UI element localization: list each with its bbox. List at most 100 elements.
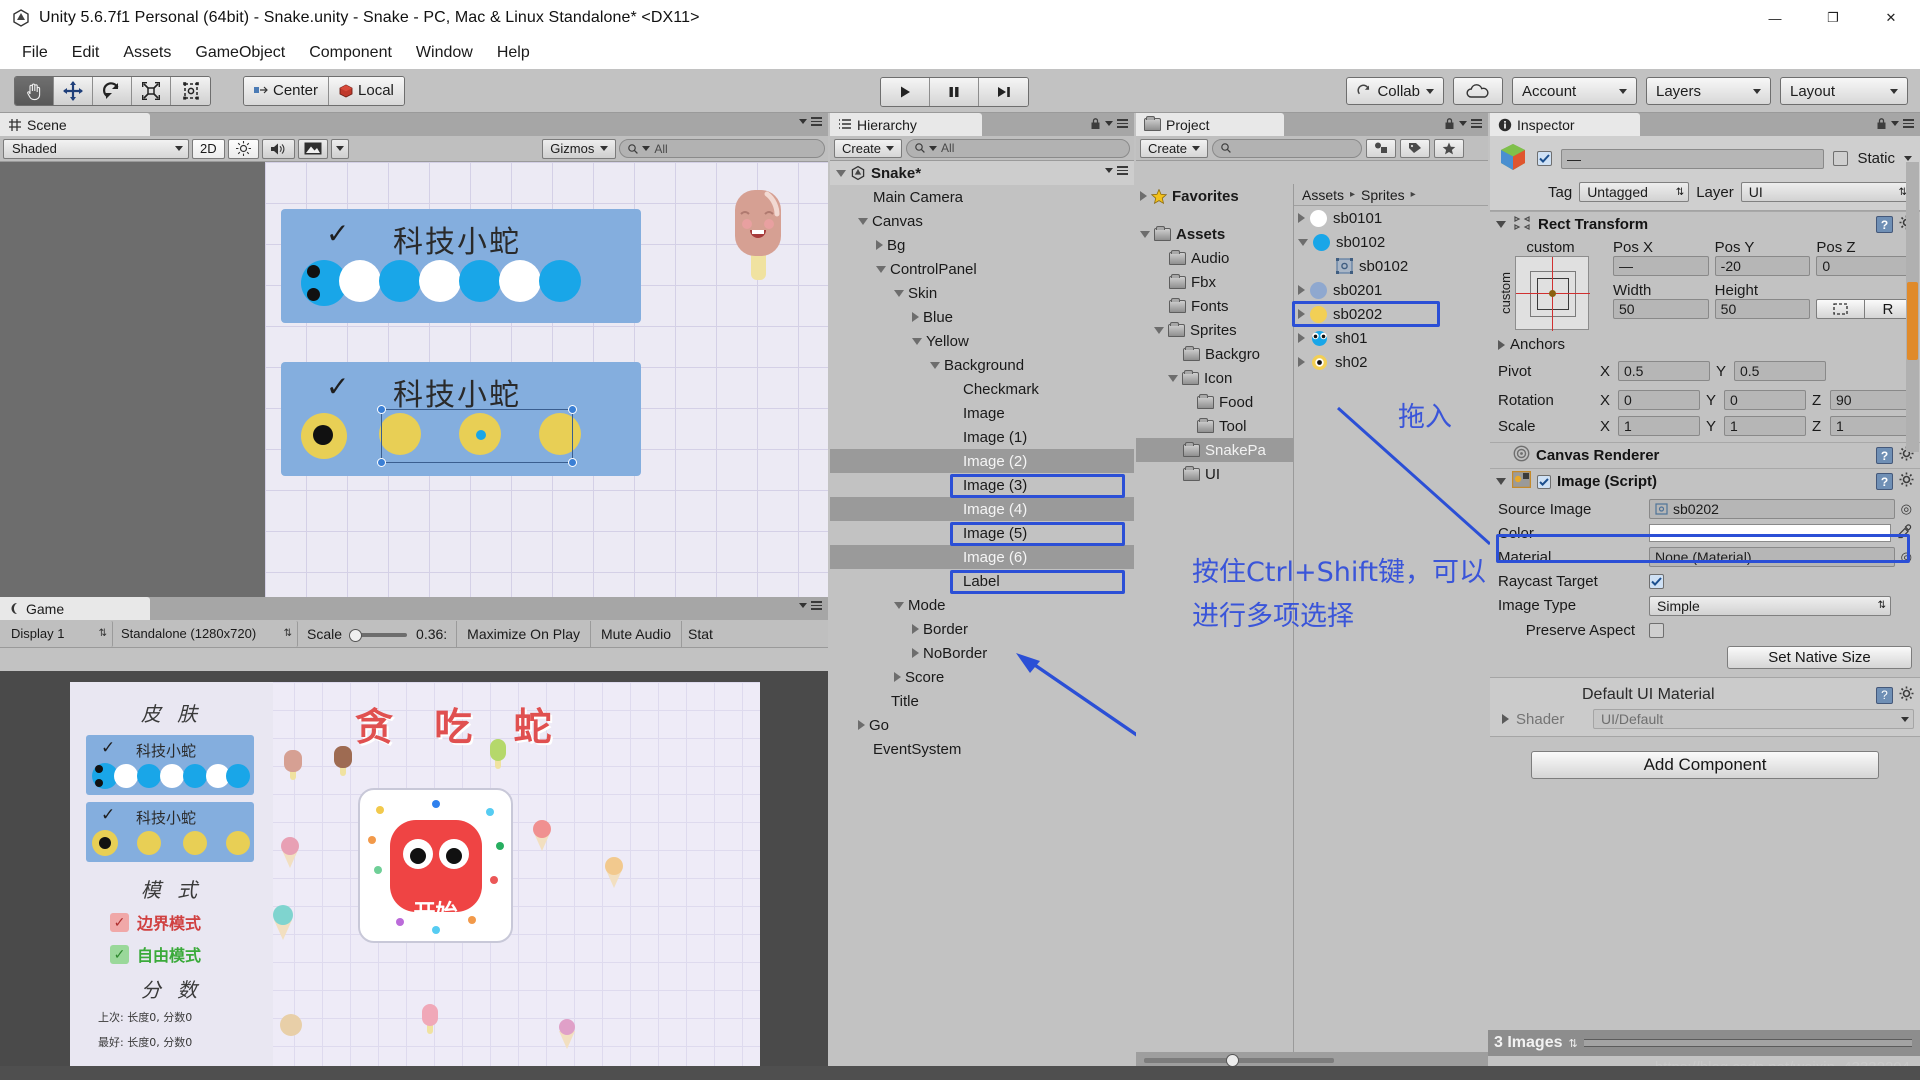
project-asset-item[interactable]: sb0102: [1294, 254, 1488, 278]
gear-icon[interactable]: [1899, 686, 1914, 704]
chevron-right-icon[interactable]: [1298, 309, 1305, 319]
layers-button[interactable]: Layers: [1646, 77, 1771, 105]
scene-viewport[interactable]: ✓ 科技小蛇 ✓ 科技小蛇: [0, 162, 828, 597]
game-skin-card-2[interactable]: ✓ 科技小蛇: [86, 802, 254, 862]
rot-y-field[interactable]: 0: [1724, 390, 1806, 410]
hierarchy-item[interactable]: EventSystem: [830, 737, 1134, 761]
layer-dropdown[interactable]: UI ⇅: [1740, 182, 1912, 202]
panel-menu-icon[interactable]: [1117, 119, 1128, 128]
scale-tool-button[interactable]: [132, 76, 171, 105]
shading-mode-dropdown[interactable]: Shaded: [3, 138, 189, 159]
chevron-right-icon[interactable]: [912, 312, 919, 322]
scale-slider[interactable]: [349, 628, 409, 642]
hierarchy-item[interactable]: Go: [830, 713, 1134, 737]
project-create-button[interactable]: Create: [1140, 138, 1209, 158]
tab-game[interactable]: Game: [0, 597, 150, 620]
chevron-right-icon[interactable]: [912, 648, 919, 658]
chevron-down-icon[interactable]: [836, 169, 846, 177]
rotate-tool-button[interactable]: [93, 76, 132, 105]
scene-search-input[interactable]: All: [619, 139, 825, 158]
hierarchy-create-button[interactable]: Create: [834, 138, 903, 158]
hierarchy-item[interactable]: Image (4): [830, 497, 1134, 521]
chevron-right-icon[interactable]: [858, 720, 865, 730]
hierarchy-item[interactable]: Image: [830, 401, 1134, 425]
hierarchy-item[interactable]: Score: [830, 665, 1134, 689]
help-icon[interactable]: ?: [1876, 216, 1893, 233]
maximize-button[interactable]: ❐: [1804, 0, 1862, 36]
hierarchy-item[interactable]: Checkmark: [830, 377, 1134, 401]
chevron-down-icon[interactable]: [912, 337, 922, 345]
hierarchy-item[interactable]: Image (1): [830, 425, 1134, 449]
project-tree-item[interactable]: SnakePa: [1136, 438, 1293, 462]
menu-window[interactable]: Window: [404, 42, 485, 64]
static-checkbox[interactable]: [1833, 151, 1849, 166]
pivot-mode-button[interactable]: Center: [244, 76, 330, 105]
chevron-down-icon[interactable]: [1496, 221, 1506, 228]
hierarchy-item[interactable]: Image (5): [830, 521, 1134, 545]
image-type-dropdown[interactable]: Simple ⇅: [1649, 595, 1891, 616]
scale-x-field[interactable]: 1: [1618, 416, 1700, 436]
hierarchy-item[interactable]: Label: [830, 569, 1134, 593]
game-start-panel[interactable]: 开始: [358, 788, 513, 943]
panel-menu-icon[interactable]: [1903, 119, 1914, 128]
game-viewport[interactable]: 皮 肤 ✓ 科技小蛇 ✓ 科技小蛇 模 式 ✓ 边界模式 ✓ 自由模式 分 数 …: [0, 671, 828, 1080]
project-asset-item[interactable]: sh02: [1294, 350, 1488, 374]
rot-x-field[interactable]: 0: [1618, 390, 1700, 410]
panel-menu-icon[interactable]: [811, 601, 822, 610]
project-asset-item[interactable]: sh01: [1294, 326, 1488, 350]
hierarchy-item[interactable]: Canvas: [830, 209, 1134, 233]
hierarchy-item[interactable]: Skin: [830, 281, 1134, 305]
shader-dropdown[interactable]: UI/Default: [1593, 709, 1914, 729]
game-mode-row-1[interactable]: ✓ 边界模式: [110, 910, 201, 934]
chevron-right-icon[interactable]: [1298, 357, 1305, 367]
scene-skin-card-blue[interactable]: ✓ 科技小蛇: [281, 209, 641, 323]
game-mode-row-2[interactable]: ✓ 自由模式: [110, 942, 201, 966]
source-image-field[interactable]: sb0202: [1649, 499, 1895, 519]
canvas-renderer-header[interactable]: Canvas Renderer ?: [1490, 442, 1920, 468]
pos-x-field[interactable]: —: [1613, 256, 1709, 276]
project-asset-item[interactable]: sb0102: [1294, 230, 1488, 254]
space-mode-button[interactable]: Local: [329, 76, 404, 105]
maximize-on-play-toggle[interactable]: Maximize On Play: [457, 620, 591, 647]
fx-dropdown[interactable]: [330, 138, 349, 159]
project-tree-item[interactable]: Tool: [1136, 414, 1293, 438]
scene-tab-options[interactable]: [799, 117, 822, 126]
play-button[interactable]: [881, 78, 930, 106]
chevron-right-icon[interactable]: [1498, 339, 1505, 350]
project-tree-item[interactable]: Assets: [1136, 222, 1293, 246]
preserve-aspect-checkbox[interactable]: [1649, 622, 1664, 638]
project-search-input[interactable]: [1212, 138, 1363, 158]
hand-tool-button[interactable]: [15, 76, 54, 105]
move-tool-button[interactable]: [54, 76, 93, 105]
close-button[interactable]: ✕: [1862, 0, 1920, 36]
project-asset-item[interactable]: sb0201: [1294, 278, 1488, 302]
chevron-right-icon[interactable]: [894, 672, 901, 682]
chevron-right-icon[interactable]: [1140, 191, 1147, 201]
hierarchy-item[interactable]: Bg: [830, 233, 1134, 257]
tab-hierarchy[interactable]: Hierarchy: [830, 113, 982, 136]
tab-inspector[interactable]: Inspector: [1490, 113, 1640, 136]
panel-menu-icon[interactable]: [811, 117, 822, 126]
chevron-down-icon[interactable]: [1140, 230, 1150, 238]
scale-z-field[interactable]: 1: [1830, 416, 1912, 436]
chevron-right-icon[interactable]: [1502, 714, 1509, 724]
breadcrumb-sprites[interactable]: Sprites: [1361, 187, 1405, 203]
pivot-x-field[interactable]: 0.5: [1618, 361, 1710, 381]
menu-help[interactable]: Help: [485, 42, 542, 64]
scale-y-field[interactable]: 1: [1724, 416, 1806, 436]
chevron-down-icon[interactable]: [894, 289, 904, 297]
fx-toggle[interactable]: [297, 138, 328, 159]
project-tree-item[interactable]: Food: [1136, 390, 1293, 414]
help-icon[interactable]: ?: [1876, 686, 1893, 704]
hierarchy-item[interactable]: Blue: [830, 305, 1134, 329]
help-icon[interactable]: ?: [1876, 473, 1893, 490]
lighting-toggle[interactable]: [227, 138, 259, 159]
gizmos-dropdown[interactable]: Gizmos: [542, 138, 617, 159]
height-field[interactable]: 50: [1714, 299, 1811, 319]
filter-by-label-button[interactable]: [1400, 138, 1431, 158]
chevron-right-icon[interactable]: [912, 624, 919, 634]
project-tree-item[interactable]: Fbx: [1136, 270, 1293, 294]
raw-edit-button[interactable]: R: [1864, 299, 1913, 319]
chevron-down-icon[interactable]: [1496, 478, 1506, 485]
project-tree-item[interactable]: Sprites: [1136, 318, 1293, 342]
